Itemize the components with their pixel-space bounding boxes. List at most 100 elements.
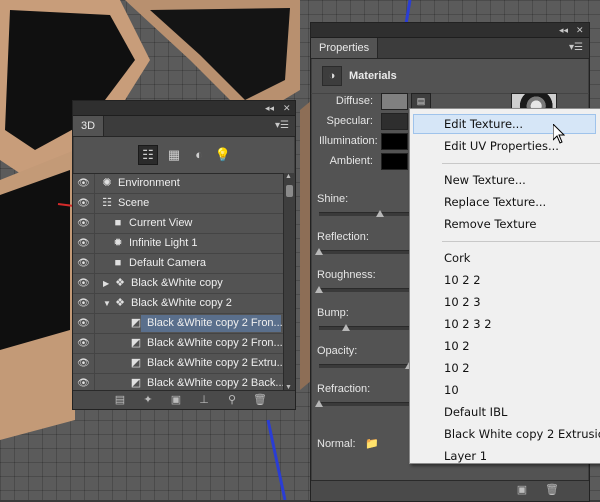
new-material-icon[interactable]: ▣ xyxy=(515,483,529,497)
menu-item[interactable]: Cork xyxy=(410,248,600,268)
visibility-eye-icon[interactable]: 👁 xyxy=(73,194,95,213)
menu-item[interactable]: 10 xyxy=(410,380,600,400)
menu-item[interactable]: 10 2 2 xyxy=(410,270,600,290)
layer-row[interactable]: 👁 ▼ ❖ Black &White copy 2 xyxy=(73,294,283,314)
slider-track[interactable] xyxy=(319,326,409,330)
menu-item[interactable]: 10 2 3 xyxy=(410,292,600,312)
layer-label: Default Camera xyxy=(129,257,207,269)
menu-item[interactable]: 10 2 xyxy=(410,336,600,356)
camera-icon: ■ xyxy=(114,257,122,269)
meshes-filter-icon[interactable]: ▦ xyxy=(164,145,184,165)
menu-separator xyxy=(442,241,600,242)
layer-row[interactable]: 👁 ■ Current View xyxy=(73,214,283,234)
slider-track[interactable] xyxy=(319,288,409,292)
visibility-eye-icon[interactable]: 👁 xyxy=(73,214,95,233)
panel-properties-titlebar[interactable]: ◂◂ ✕ xyxy=(311,23,589,38)
slider-label: Bump: xyxy=(317,307,349,319)
menu-item[interactable]: Edit UV Properties... xyxy=(410,136,600,156)
panel-menu-icon[interactable]: ▾☰ xyxy=(275,120,289,132)
slider-track[interactable] xyxy=(319,212,409,216)
color-swatch[interactable] xyxy=(381,133,408,150)
environment-icon: ✺ xyxy=(102,177,112,189)
mouse-cursor-icon xyxy=(553,124,565,144)
layer-row[interactable]: 👁 ☷ Scene xyxy=(73,194,283,214)
collapse-icon[interactable]: ◂◂ xyxy=(265,102,274,114)
ground-plane-icon[interactable]: ▤ xyxy=(113,393,127,407)
twirl-collapsed-icon[interactable]: ▶ xyxy=(103,274,109,293)
material-icon: ◩ xyxy=(130,357,142,369)
color-row-label: Diffuse: xyxy=(335,95,373,107)
whole-scene-filter-icon[interactable]: ☷ xyxy=(138,145,158,165)
slider-handle[interactable] xyxy=(315,286,323,293)
materials-filter-icon[interactable]: ◐ xyxy=(189,145,209,165)
slider-handle[interactable] xyxy=(315,400,323,407)
menu-item[interactable]: 10 2 xyxy=(410,358,600,378)
close-icon[interactable]: ✕ xyxy=(283,102,291,114)
menu-item-label: New Texture... xyxy=(444,173,526,187)
layer-label: Black &White copy 2 Extru... xyxy=(147,357,283,369)
visibility-eye-icon[interactable]: 👁 xyxy=(73,314,95,333)
layer-row[interactable]: 👁 ✺ Environment xyxy=(73,174,283,194)
visibility-eye-icon[interactable]: 👁 xyxy=(73,274,95,293)
layer-list-scrollbar[interactable]: ▲ ▼ xyxy=(283,173,295,391)
menu-item-label: 10 2 2 xyxy=(444,273,481,287)
constraint-icon[interactable]: ⊥ xyxy=(197,393,211,407)
panel-3d-titlebar[interactable]: ◂◂ ✕ xyxy=(73,101,295,116)
menu-item[interactable]: Remove Texture xyxy=(410,214,600,234)
color-row-label: Illumination: xyxy=(319,135,378,147)
collapse-icon[interactable]: ◂◂ xyxy=(559,24,568,36)
slider-handle[interactable] xyxy=(315,248,323,255)
layer-row[interactable]: 👁 ◩ Black &White copy 2 Fron... xyxy=(73,334,283,354)
visibility-eye-icon[interactable]: 👁 xyxy=(73,294,95,313)
light-icon: ✹ xyxy=(113,237,123,249)
visibility-eye-icon[interactable]: 👁 xyxy=(73,354,95,373)
close-icon[interactable]: ✕ xyxy=(576,24,584,36)
render-icon[interactable]: ▣ xyxy=(169,393,183,407)
scroll-up-icon[interactable]: ▲ xyxy=(285,173,292,180)
scene-icon: ☷ xyxy=(102,197,112,209)
menu-item[interactable]: New Texture... xyxy=(410,170,600,190)
visibility-eye-icon[interactable]: 👁 xyxy=(73,234,95,253)
visibility-eye-icon[interactable]: 👁 xyxy=(73,174,95,193)
delete-icon[interactable]: 🗑 xyxy=(253,393,267,407)
visibility-eye-icon[interactable]: 👁 xyxy=(73,334,95,353)
menu-item[interactable]: Black White copy 2 Extrusion M xyxy=(410,424,600,444)
layer-row[interactable]: 👁 ■ Default Camera xyxy=(73,254,283,274)
slider-label: Refraction: xyxy=(317,383,371,395)
slider-handle[interactable] xyxy=(376,210,385,217)
menu-item[interactable]: Replace Texture... xyxy=(410,192,600,212)
slider-track[interactable] xyxy=(319,364,409,368)
slider-handle[interactable] xyxy=(342,324,350,331)
slider-track[interactable] xyxy=(319,402,409,406)
menu-item-label: Layer 1 xyxy=(444,449,488,463)
color-swatch[interactable] xyxy=(381,153,408,170)
color-swatch[interactable] xyxy=(381,113,408,130)
panel-menu-icon[interactable]: ▾☰ xyxy=(569,42,583,54)
tab-properties[interactable]: Properties xyxy=(311,38,379,58)
lights-filter-icon[interactable]: 💡 xyxy=(213,145,233,165)
scene-filter-toolbar: ☷ ▦ ◐ 💡 xyxy=(73,137,295,173)
layer-row[interactable]: 👁 ◩ Black &White copy 2 Fron... xyxy=(73,314,283,334)
color-row-label: Specular: xyxy=(326,115,373,127)
texture-context-menu: Edit Texture... Edit UV Properties... New … xyxy=(409,108,600,464)
add-light-icon[interactable]: ✦ xyxy=(141,393,155,407)
camera-icon: ■ xyxy=(114,217,122,229)
layer-row[interactable]: 👁 ▶ ❖ Black &White copy xyxy=(73,274,283,294)
menu-item[interactable]: 10 2 3 2 xyxy=(410,314,600,334)
menu-item-label: 10 2 xyxy=(444,339,470,353)
menu-item[interactable]: Edit Texture... xyxy=(413,114,596,134)
menu-item[interactable]: Layer 1 xyxy=(410,446,600,466)
tab-3d[interactable]: 3D xyxy=(73,116,105,136)
materials-header: ◑ Materials xyxy=(311,59,589,94)
layer-row[interactable]: 👁 ✹ Infinite Light 1 xyxy=(73,234,283,254)
menu-item[interactable]: Default IBL xyxy=(410,402,600,422)
scrollbar-thumb[interactable] xyxy=(286,185,293,197)
twirl-expanded-icon[interactable]: ▼ xyxy=(103,294,111,313)
delete-icon[interactable]: 🗑 xyxy=(545,483,559,497)
layer-row[interactable]: 👁 ◩ Black &White copy 2 Extru... xyxy=(73,354,283,374)
color-swatch[interactable] xyxy=(381,93,408,110)
slider-track[interactable] xyxy=(319,250,409,254)
new-object-icon[interactable]: ⚲ xyxy=(225,393,239,407)
folder-icon[interactable]: 📁 xyxy=(365,435,379,453)
visibility-eye-icon[interactable]: 👁 xyxy=(73,254,95,273)
